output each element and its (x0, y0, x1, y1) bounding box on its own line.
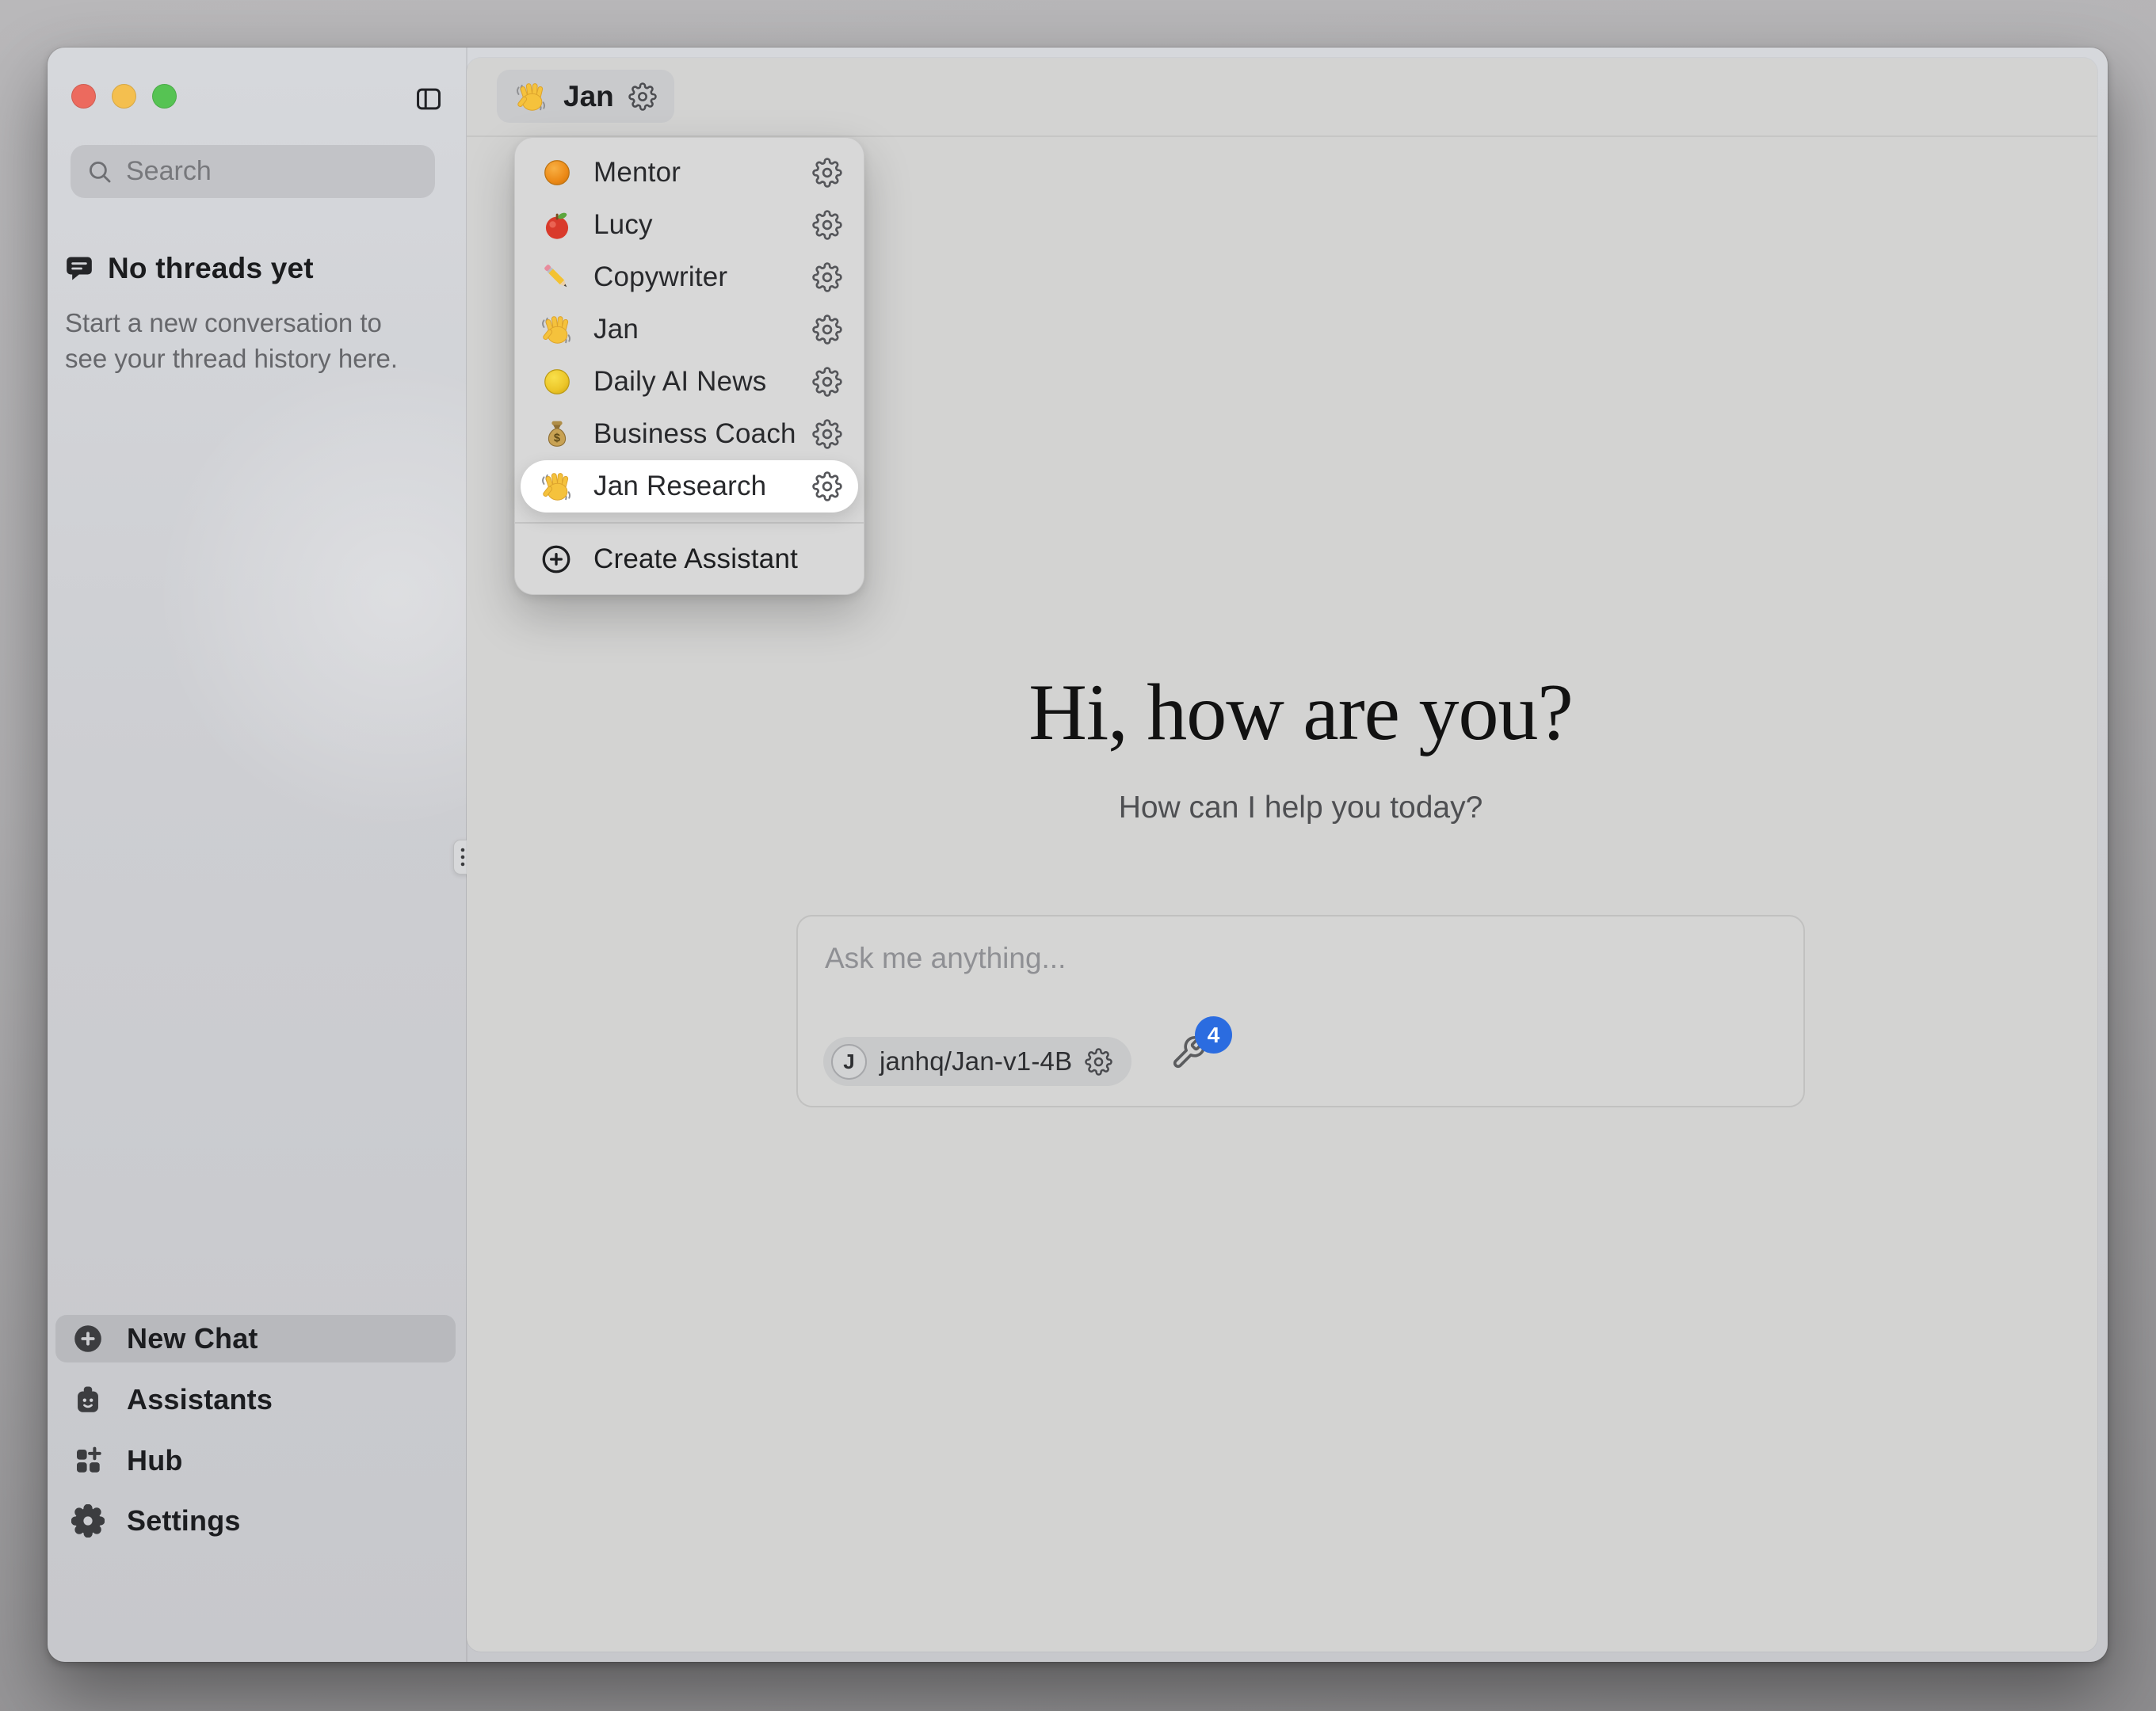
sidebar-item-settings[interactable]: Settings (55, 1497, 456, 1545)
sidebar-item-assistants[interactable]: Assistants (55, 1376, 456, 1423)
window-controls (71, 84, 177, 109)
pencil-icon (540, 260, 574, 295)
model-name: janhq/Jan-v1-4B (880, 1046, 1072, 1077)
gear-icon (812, 367, 842, 397)
assistant-dropdown-menu: Mentor Lucy Copywriter Jan Daily AI (514, 137, 864, 595)
gear-icon (812, 210, 842, 240)
assistant-selector-button[interactable]: Jan (497, 70, 674, 123)
main-panel: Jan Mentor Lucy Copywriter (467, 58, 2097, 1652)
gear-icon (812, 471, 842, 501)
search-box[interactable] (71, 145, 435, 198)
model-selector-button[interactable]: J janhq/Jan-v1-4B (823, 1037, 1131, 1086)
gear-icon (812, 419, 842, 449)
money-bag-icon (540, 417, 574, 452)
model-avatar: J (831, 1044, 867, 1080)
empty-state-header: No threads yet (63, 252, 314, 285)
assistant-menu-label: Daily AI News (593, 366, 812, 398)
app-window: No threads yet Start a new conversation … (48, 48, 2108, 1662)
sidebar-item-label: Settings (127, 1504, 241, 1538)
search-icon (86, 158, 113, 185)
empty-state-title: No threads yet (108, 252, 314, 285)
chat-composer[interactable]: J janhq/Jan-v1-4B 4 (796, 915, 1805, 1107)
sidebar-item-hub[interactable]: Hub (55, 1437, 456, 1484)
assistant-settings-gear-icon[interactable] (628, 82, 657, 111)
yellow-circle-icon (540, 364, 574, 399)
greeting-block: Hi, how are you? How can I help you toda… (796, 666, 1805, 825)
hub-grid-icon (71, 1444, 105, 1477)
assistant-menu-label: Business Coach (593, 418, 812, 450)
assistant-menu-label: Jan (593, 314, 812, 345)
red-apple-icon (540, 208, 574, 242)
zoom-button[interactable] (152, 84, 177, 109)
assistant-item-gear-button[interactable] (812, 367, 842, 397)
create-assistant-label: Create Assistant (593, 543, 798, 575)
assistant-menu-label: Copywriter (593, 261, 812, 293)
gear-icon (812, 262, 842, 292)
assistant-item-gear-button[interactable] (812, 158, 842, 188)
assistant-menu-item-business-coach[interactable]: Business Coach (521, 408, 858, 460)
assistant-item-gear-button[interactable] (812, 314, 842, 345)
create-assistant-button[interactable]: Create Assistant (521, 532, 858, 587)
assistant-menu-label: Jan Research (593, 471, 812, 502)
assistant-menu-item-lucy[interactable]: Lucy (521, 199, 858, 251)
assistant-menu-item-daily-ai-news[interactable]: Daily AI News (521, 356, 858, 408)
close-button[interactable] (71, 84, 96, 109)
tools-count-badge: 4 (1195, 1016, 1232, 1054)
model-settings-gear-icon[interactable] (1085, 1048, 1112, 1076)
waving-hand-icon (540, 469, 574, 504)
assistant-menu-item-jan[interactable]: Jan (521, 303, 858, 356)
greeting-subtitle: How can I help you today? (796, 791, 1805, 825)
empty-state-description: Start a new conversation to see your thr… (65, 305, 423, 376)
sidebar-item-label: New Chat (127, 1322, 258, 1355)
gear-icon (812, 158, 842, 188)
assistant-item-gear-button[interactable] (812, 419, 842, 449)
panel-left-icon (414, 84, 444, 114)
plus-circle-outline-icon (540, 543, 573, 576)
waving-hand-icon (514, 79, 549, 114)
waving-hand-icon (540, 312, 574, 347)
chat-input[interactable] (798, 916, 1803, 1019)
orange-circle-icon (540, 155, 574, 190)
settings-gear-icon (71, 1504, 105, 1538)
main-header: Jan (467, 58, 2097, 137)
assistant-menu-label: Lucy (593, 209, 812, 241)
assistant-item-gear-button[interactable] (812, 471, 842, 501)
sidebar-item-label: Assistants (127, 1383, 273, 1416)
assistant-menu-item-copywriter[interactable]: Copywriter (521, 251, 858, 303)
menu-separator (515, 522, 864, 524)
sidebar-item-label: Hub (127, 1444, 183, 1477)
assistant-menu-item-mentor[interactable]: Mentor (521, 147, 858, 199)
minimize-button[interactable] (112, 84, 136, 109)
greeting-title: Hi, how are you? (796, 666, 1805, 759)
assistant-item-gear-button[interactable] (812, 210, 842, 240)
assistant-menu-item-jan-research-selected[interactable]: Jan Research (521, 460, 858, 513)
plus-circle-icon (71, 1322, 105, 1355)
sidebar-toggle-button[interactable] (414, 84, 444, 114)
gear-icon (812, 314, 842, 345)
assistant-robot-icon (71, 1383, 105, 1416)
current-assistant-label: Jan (563, 80, 614, 113)
sidebar: No threads yet Start a new conversation … (48, 48, 466, 1662)
assistant-item-gear-button[interactable] (812, 262, 842, 292)
sidebar-item-new-chat[interactable]: New Chat (55, 1315, 456, 1362)
assistant-menu-label: Mentor (593, 157, 812, 189)
chat-bubble-icon (63, 253, 95, 284)
search-input[interactable] (126, 156, 477, 187)
